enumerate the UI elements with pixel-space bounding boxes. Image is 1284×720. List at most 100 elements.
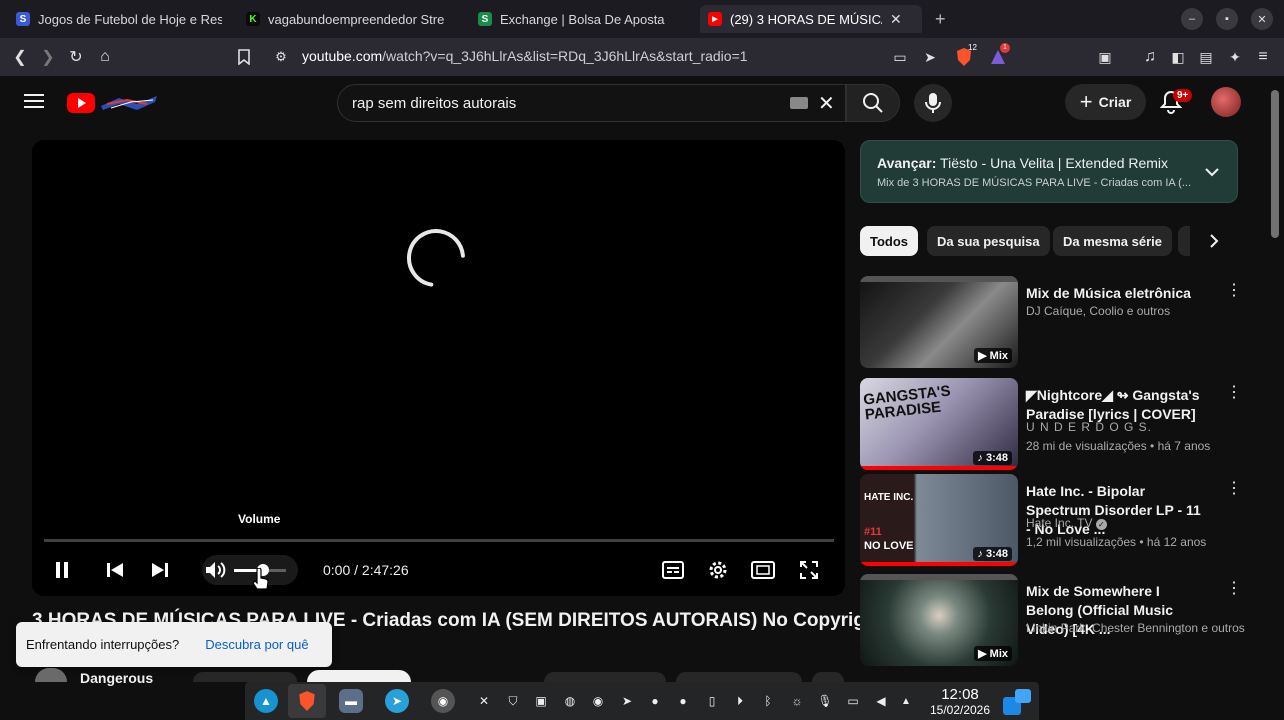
bluetooth-icon[interactable]: ᛒ <box>761 694 775 708</box>
minimize-icon[interactable]: – <box>1181 8 1203 30</box>
recommendation-card[interactable]: ▶ Mix Mix de Somewhere I Belong (Officia… <box>860 574 1245 666</box>
toast-link[interactable]: Descubra por quê <box>205 637 308 652</box>
recommendation-card[interactable]: HATE INC. #11 NO LOVE ♪ 3:48 Hate Inc. -… <box>860 474 1242 566</box>
telegram-icon[interactable]: ➤ <box>385 689 409 713</box>
home-icon[interactable]: ⌂ <box>95 47 115 67</box>
taskbar-date[interactable]: 15/02/2026 <box>920 703 1000 717</box>
arch-launcher-icon[interactable]: ▲ <box>254 689 278 713</box>
channel-name[interactable]: Dangerous <box>80 670 153 686</box>
bookmark-icon[interactable] <box>234 47 254 67</box>
join-button[interactable] <box>193 672 297 682</box>
up-next-panel[interactable]: Avançar: Tiësto - Una Velita | Extended … <box>860 140 1238 203</box>
shield-tray-icon[interactable]: ⛉ <box>506 694 520 708</box>
device-icon[interactable]: ▯ <box>705 694 719 708</box>
more-options-icon[interactable]: ⋮ <box>1226 385 1242 408</box>
speaker-icon[interactable]: ◀ <box>874 694 888 708</box>
send-icon[interactable]: ➤ <box>920 47 940 67</box>
taskbar-clock[interactable]: 12:08 <box>920 686 1000 703</box>
music-note-icon: ♪ <box>977 452 986 464</box>
brightness-icon[interactable]: ☼ <box>790 694 804 708</box>
tray-expand-icon[interactable]: ▲ <box>899 694 913 708</box>
more-actions-button[interactable] <box>812 672 844 682</box>
telegram-tray-icon[interactable]: ➤ <box>620 694 634 708</box>
youtube-logo-icon[interactable] <box>67 92 159 119</box>
video-thumbnail[interactable]: HATE INC. #11 NO LOVE ♪ 3:48 <box>860 474 1018 566</box>
subtitles-button[interactable] <box>661 558 685 582</box>
obs-icon[interactable]: ◉ <box>431 689 455 713</box>
recommendation-card[interactable]: ▶ Mix Mix de Música eletrônica DJ Caíque… <box>860 276 1242 368</box>
next-button[interactable] <box>148 558 172 582</box>
guide-menu-icon[interactable] <box>24 93 44 114</box>
browser-tab[interactable]: S Jogos de Futebol de Hoje e Res <box>12 5 222 33</box>
close-tab-icon[interactable]: ✕ <box>890 11 902 28</box>
media-icon[interactable]: ♫ <box>1140 47 1160 67</box>
time-display: 0:00 / 2:47:26 <box>323 562 409 578</box>
video-player[interactable] <box>32 140 845 596</box>
search-button[interactable] <box>846 84 900 122</box>
back-icon[interactable]: ❮ <box>10 47 30 67</box>
create-button[interactable]: + Criar <box>1065 84 1146 120</box>
more-options-icon[interactable]: ⋮ <box>1226 581 1242 604</box>
clipboard-icon[interactable]: ▣ <box>534 694 548 708</box>
file-manager-icon[interactable]: ▬ <box>339 689 363 713</box>
steam-tray-icon[interactable]: ◍ <box>563 694 577 708</box>
chip-todos[interactable]: Todos <box>860 226 919 256</box>
reload-icon[interactable]: ↻ <box>66 47 86 67</box>
microphone-tray-icon[interactable]: 🎙 <box>817 694 832 708</box>
share-button[interactable] <box>676 672 802 682</box>
chip-from-search[interactable]: Da sua pesquisa <box>927 226 1050 256</box>
channel-avatar[interactable] <box>35 668 67 682</box>
browser-tab-active[interactable]: ▶ (29) 3 HORAS DE MÚSICAS P ✕ <box>700 5 922 33</box>
address-bar[interactable]: youtube.com/watch?v=q_3J6hLlrAs&list=RDq… <box>302 48 748 64</box>
sidebar-icon[interactable]: ◧ <box>1168 47 1188 67</box>
more-options-icon[interactable]: ⋮ <box>1226 283 1242 306</box>
chip-same-series[interactable]: Da mesma série <box>1053 226 1173 256</box>
shield-count: 12 <box>968 43 977 52</box>
close-window-icon[interactable]: ✕ <box>1251 8 1273 30</box>
obs-tray-icon[interactable]: ◉ <box>591 694 605 708</box>
more-options-icon[interactable]: ⋮ <box>1226 481 1242 504</box>
leo-ai-icon[interactable]: ✦ <box>1225 47 1245 67</box>
subscribe-button[interactable] <box>307 670 411 682</box>
reader-mode-icon[interactable]: ▣ <box>1095 47 1115 67</box>
record-icon[interactable]: ● <box>648 694 662 708</box>
recommendation-card[interactable]: GANGSTA'S PARADISE ♪ 3:48 ◤Nightcore◢ ↬ G… <box>860 378 1242 470</box>
clear-search-icon[interactable]: ✕ <box>818 91 835 116</box>
mute-notifications-icon[interactable]: ✕ <box>477 694 491 708</box>
recommendation-channel: Linkin Park, Chester Bennington e outros <box>1026 621 1245 635</box>
theater-mode-button[interactable] <box>751 558 775 582</box>
video-thumbnail[interactable]: ▶ Mix <box>860 276 1018 368</box>
keyboard-icon[interactable] <box>790 97 808 109</box>
wallet-icon[interactable]: ▤ <box>1196 47 1216 67</box>
status-dot-icon[interactable]: ● <box>676 694 690 708</box>
mute-button[interactable] <box>204 558 228 582</box>
progress-bar[interactable] <box>44 539 834 542</box>
chevron-right-icon[interactable] <box>1209 233 1219 254</box>
media-play-icon[interactable]: ⏵ <box>733 694 747 708</box>
menu-icon[interactable]: ≡ <box>1253 47 1273 67</box>
chip-overflow[interactable] <box>1178 226 1190 256</box>
display-icon[interactable]: ▭ <box>846 694 860 708</box>
previous-button[interactable] <box>103 558 127 582</box>
settings-button[interactable] <box>706 558 730 582</box>
cast-icon[interactable]: ▭ <box>890 47 910 67</box>
browser-tab[interactable]: K vagabundoempreendedor Stre <box>244 5 454 33</box>
site-settings-icon[interactable]: ⚙ <box>271 47 291 67</box>
new-tab-icon[interactable]: + <box>935 9 946 30</box>
pause-button[interactable] <box>50 558 74 582</box>
video-thumbnail[interactable]: GANGSTA'S PARADISE ♪ 3:48 <box>860 378 1018 470</box>
video-thumbnail[interactable]: ▶ Mix <box>860 574 1018 666</box>
forward-icon[interactable]: ❯ <box>38 47 58 67</box>
avatar[interactable] <box>1211 87 1241 117</box>
browser-tab[interactable]: S Exchange | Bolsa De Aposta <box>476 5 686 33</box>
search-input[interactable]: rap sem direitos autorais ✕ <box>337 84 846 122</box>
like-dislike-button[interactable] <box>544 672 666 682</box>
page-scrollbar[interactable] <box>1271 90 1279 238</box>
brave-taskbar-item[interactable] <box>288 684 326 718</box>
badge-text: 3:48 <box>985 548 1008 560</box>
voice-search-button[interactable] <box>914 84 952 122</box>
chevron-down-icon[interactable] <box>1205 164 1219 182</box>
maximize-icon[interactable]: ▪ <box>1216 8 1238 30</box>
fullscreen-button[interactable] <box>797 558 821 582</box>
show-desktop-icon[interactable] <box>1003 689 1031 715</box>
